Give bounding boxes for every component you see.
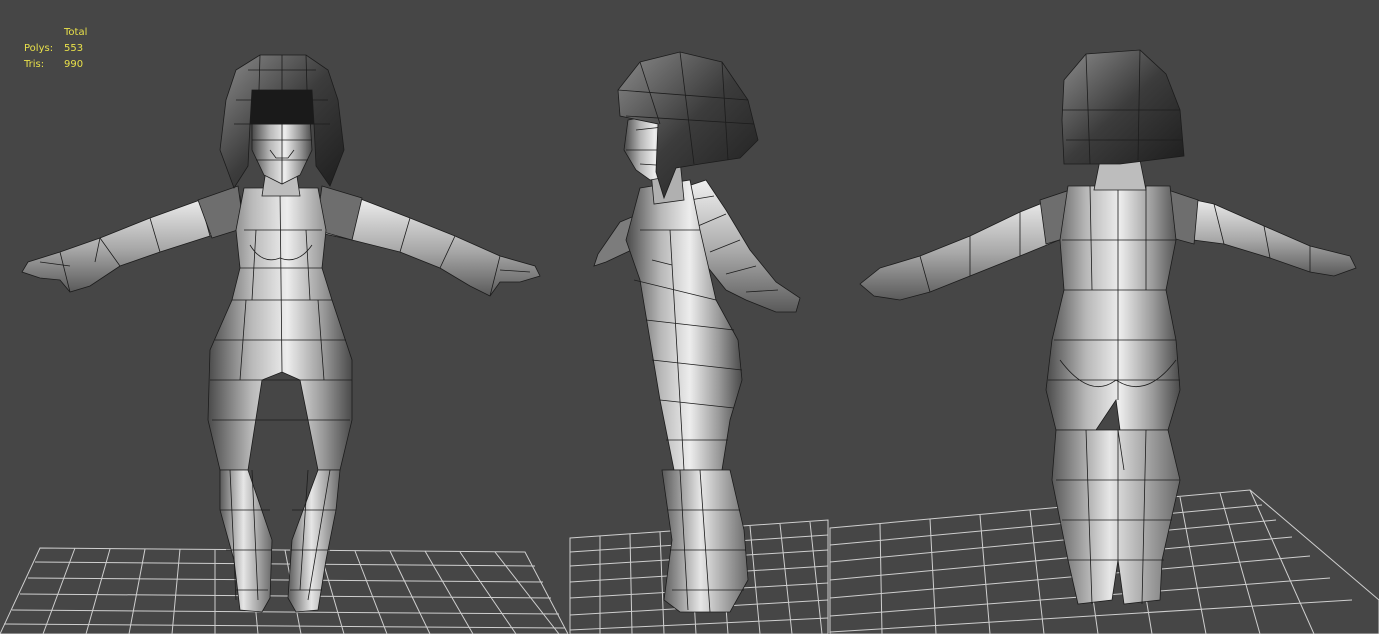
stats-row-polys: Polys: 553 [24, 41, 87, 57]
front-left-leg [219, 469, 273, 613]
viewport-statistics-overlay: Total Polys: 553 Tris: 990 [24, 25, 87, 73]
stats-value-tris: 990 [64, 59, 84, 70]
3d-viewport[interactable]: Total Polys: 553 Tris: 990 [0, 0, 1379, 634]
front-visor [249, 89, 315, 125]
model-front-view [21, 54, 541, 613]
back-left-arm [859, 195, 1065, 301]
back-torso [1045, 185, 1181, 431]
stats-label-polys: Polys: [24, 43, 54, 54]
stats-header: Total [64, 27, 88, 38]
back-neck [1093, 159, 1147, 191]
stats-label-tris: Tris: [24, 59, 45, 70]
viewport-canvas[interactable] [0, 0, 1379, 634]
stats-value-polys: 553 [64, 43, 84, 54]
front-right-leg [287, 469, 341, 613]
model-side-view [593, 51, 801, 613]
model-back-view [859, 49, 1357, 605]
back-hair [1061, 49, 1185, 165]
ground-grid-front [0, 547, 569, 634]
stats-row-tris: Tris: 990 [24, 57, 87, 73]
back-legs [1051, 429, 1181, 605]
